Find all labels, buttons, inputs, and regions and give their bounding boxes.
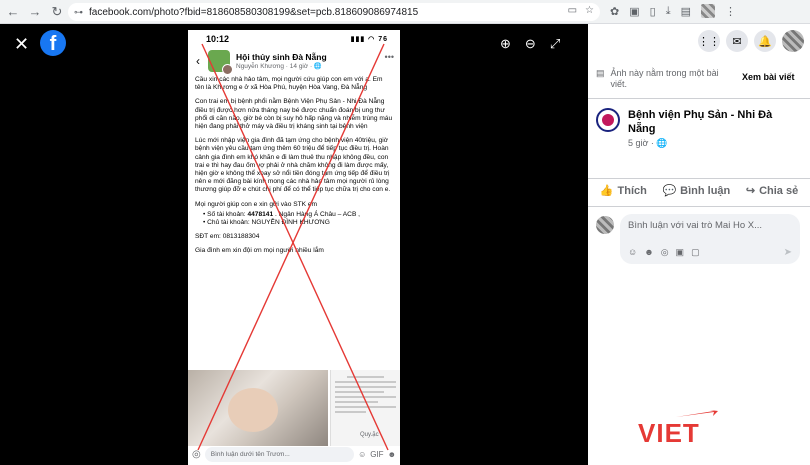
viet-watermark-logo: VIET	[638, 410, 718, 452]
sidebar-icon[interactable]: ▯	[650, 5, 656, 18]
avatar-sticker-icon: ☺	[358, 450, 367, 459]
view-post-link[interactable]: Xem bài viết	[742, 72, 795, 82]
back-chevron-icon: ‹	[196, 54, 200, 68]
emoji-icon[interactable]: ☻	[644, 247, 653, 258]
gif-icon[interactable]: ▣	[676, 247, 685, 258]
menu-grid-icon[interactable]: ⋮⋮	[698, 30, 720, 52]
install-icon[interactable]: ▭	[568, 5, 577, 16]
bookmark-star-icon[interactable]: ☆	[585, 5, 594, 16]
site-info-icon[interactable]: ⊶	[74, 7, 83, 18]
zoom-out-icon[interactable]: ⊖	[525, 36, 536, 52]
share-icon: ↪	[745, 185, 756, 197]
comment-composer: Bình luận với vai trò Mai Ho X... ☺ ☻ ◎ …	[596, 214, 800, 264]
camera-icon: ◎	[192, 449, 201, 460]
phone-screenshot: 10:12 ▮▮▮ ◠ 76 ‹ Hội thủy sinh Đà Nẵng N…	[188, 30, 400, 465]
menu-icon[interactable]: ⋮	[725, 5, 736, 18]
like-button[interactable]: 👍 Thích	[599, 184, 647, 198]
like-icon: 👍	[599, 185, 614, 197]
share-button[interactable]: ↪ Chia sẻ	[745, 184, 798, 198]
group-avatar	[208, 50, 233, 75]
fullscreen-icon[interactable]: ⤢	[550, 36, 560, 52]
phone-time: 10:12	[206, 34, 230, 44]
phone-status-bar: 10:12 ▮▮▮ ◠ 76	[188, 30, 400, 48]
sticker-icon[interactable]: ▢	[691, 247, 700, 258]
photo-viewer: ✕ f ⊕ ⊖ ⤢ 10:12 ▮▮▮ ◠ 76 ‹ Hội thủy sinh…	[0, 24, 588, 465]
post-time[interactable]: 5 giờ · 🌐	[628, 138, 778, 149]
phone-comment-input: Bình luận dưới tên Trươn...	[204, 447, 355, 462]
account-holder-item: Chủ tài khoản: NGUYỄN ĐÌNH KHƯƠNG	[203, 219, 393, 227]
phone-comment-bar: ◎ Bình luận dưới tên Trươn... ☺ GIF ☻	[188, 444, 400, 465]
watermark-text: VIET	[638, 418, 700, 448]
photo-caption: Quy.ặc	[360, 432, 379, 438]
close-icon[interactable]: ✕	[14, 34, 29, 55]
page-avatar[interactable]	[596, 108, 620, 132]
divider	[588, 98, 810, 99]
action-bar: 👍 Thích 💬 Bình luận ↪ Chia sẻ	[588, 184, 810, 198]
post-paragraph: Mọi người giúp con e xin gửi vào STK em	[195, 200, 318, 208]
profile-avatar[interactable]	[700, 4, 715, 18]
comment-button[interactable]: 💬 Bình luận	[662, 184, 730, 198]
extension-icon[interactable]: ✿	[610, 5, 619, 18]
divider	[588, 178, 810, 179]
camera-icon[interactable]: ◎	[661, 247, 669, 258]
page-info: Bệnh viện Phụ Sản - Nhi Đà Nẵng 5 giờ · …	[596, 108, 778, 149]
avatar-sticker-icon[interactable]: ☺	[628, 247, 637, 258]
back-button[interactable]: ←	[4, 3, 22, 21]
zoom-in-icon[interactable]: ⊕	[500, 36, 511, 52]
bank-list: Số tài khoản: 4478141 . Ngân Hàng Á Châu…	[203, 211, 393, 227]
post-paragraph: Cầu xin các nhà hảo tâm, mọi người cứu g…	[195, 76, 383, 92]
url-text[interactable]: facebook.com/photo?fbid=818608580308199&…	[89, 7, 418, 18]
info-text: Ảnh này nằm trong một bài viết.	[610, 68, 719, 89]
comment-icon: 💬	[662, 185, 677, 197]
post-paragraph: Lúc mới nhập viện gia đình đã tạm ứng ch…	[195, 137, 391, 194]
post-meta: Nguyễn Khương · 14 giờ · 🌐	[236, 63, 323, 70]
download-icon[interactable]: ⤓	[666, 5, 671, 18]
facebook-logo[interactable]: f	[40, 30, 66, 56]
more-icon: •••	[384, 52, 394, 62]
phone-number: SĐT em: 0813188304	[195, 233, 260, 241]
reload-button[interactable]: ↻	[48, 3, 66, 21]
address-bar[interactable]: ⊶ facebook.com/photo?fbid=81860858030819…	[68, 3, 600, 21]
tabs-icon[interactable]: ▤	[681, 5, 691, 18]
post-paragraph: Con trai em bị bệnh phổi nằm Bệnh Viện P…	[195, 98, 393, 131]
info-post-icon: ▤	[596, 68, 605, 78]
divider	[588, 206, 810, 207]
forward-button[interactable]: →	[26, 3, 44, 21]
bank-account-item: Số tài khoản: 4478141 . Ngân Hàng Á Châu…	[203, 211, 393, 219]
baby-photo	[188, 370, 328, 446]
watermark-arrow-icon	[676, 410, 718, 417]
send-icon[interactable]: ➤	[784, 247, 792, 258]
group-name: Hội thủy sinh Đà Nẵng	[236, 52, 327, 62]
comment-placeholder[interactable]: Bình luận với vai trò Mai Ho X...	[628, 220, 792, 231]
photo-sidebar: ⋮⋮ ✉ 🔔 ▤ Ảnh này nằm trong một bài viết.…	[588, 24, 810, 465]
post-header: ‹ Hội thủy sinh Đà Nẵng Nguyễn Khương · …	[188, 48, 400, 76]
sidebar-top-bar: ⋮⋮ ✉ 🔔	[588, 24, 810, 58]
closing-line: Gia đình em xin đội ơn mọi người nhiều l…	[195, 247, 324, 255]
emoji-icon: ☻	[387, 450, 396, 459]
comment-input[interactable]: Bình luận với vai trò Mai Ho X... ☺ ☻ ◎ …	[620, 214, 800, 264]
phone-status-icons: ▮▮▮ ◠ 76	[350, 36, 388, 43]
browser-toolbar: ← → ↻ ⊶ facebook.com/photo?fbid=81860858…	[0, 0, 810, 24]
post-body: Cầu xin các nhà hảo tâm, mọi người cứu g…	[188, 76, 400, 256]
commenter-avatar	[596, 216, 614, 234]
gif-icon: GIF	[370, 450, 384, 459]
page-name[interactable]: Bệnh viện Phụ Sản - Nhi Đà Nẵng	[628, 108, 778, 136]
account-avatar[interactable]	[782, 30, 804, 52]
messenger-icon[interactable]: ✉	[726, 30, 748, 52]
extensions-puzzle-icon[interactable]: ▣	[629, 5, 639, 18]
notifications-bell-icon[interactable]: 🔔	[754, 30, 776, 52]
